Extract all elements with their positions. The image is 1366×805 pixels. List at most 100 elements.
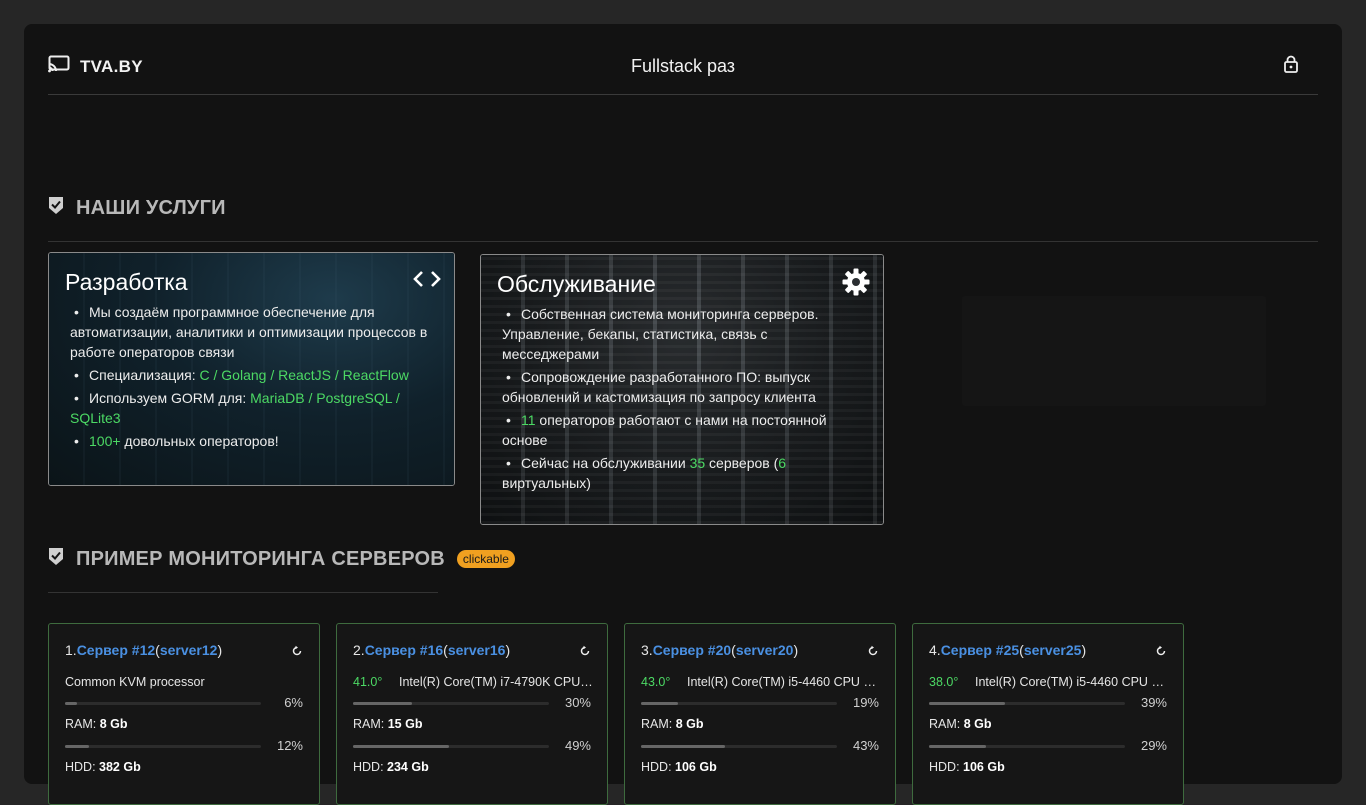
hdd-label: HDD: 106 Gb <box>929 760 1005 774</box>
server-index: 3. <box>641 642 653 658</box>
refresh-icon[interactable] <box>291 644 303 662</box>
ram-usage-fill <box>641 745 726 748</box>
hdd-value: 106 Gb <box>963 760 1005 774</box>
divider <box>48 592 438 593</box>
list-item: • 100+ довольных операторов! <box>74 433 279 449</box>
cpu-usage-percent: 19% <box>852 695 879 710</box>
placeholder-card <box>962 296 1266 406</box>
ram-usage-bar <box>353 745 549 748</box>
cpu-usage-percent: 30% <box>564 695 591 710</box>
card-list: • Мы создаём программное обеспечение для … <box>65 302 438 451</box>
cpu-usage-bar <box>353 702 549 705</box>
cpu-row: 43.0° Intel(R) Core(TM) i5-4460 CPU @ 3.… <box>641 675 881 689</box>
ram-label: RAM: 15 Gb <box>353 717 423 731</box>
server-card[interactable]: 2.Сервер #16(server16) 41.0° Intel(R) Co… <box>336 623 608 805</box>
server-name: Сервер #16 <box>364 642 444 658</box>
refresh-icon[interactable] <box>1155 644 1167 662</box>
page-title: Fullstack раз <box>630 56 736 76</box>
lock-icon[interactable] <box>1284 55 1298 78</box>
server-card[interactable]: 1.Сервер #12(server12) Common KVM proces… <box>48 623 320 805</box>
cpu-model: Intel(R) Core(TM) i5-4460 CPU @ 3.20GHz <box>687 675 881 689</box>
list-item: • Сейчас на обслуживании 35 серверов (6 в… <box>502 455 787 491</box>
refresh-icon[interactable] <box>579 644 591 662</box>
cpu-model: Common KVM processor <box>65 675 205 689</box>
services-heading: НАШИ УСЛУГИ <box>48 196 226 220</box>
server-title[interactable]: 1.Сервер #12(server12) <box>65 642 222 658</box>
hdd-value: 106 Gb <box>675 760 717 774</box>
ram-usage-fill <box>65 745 89 748</box>
cpu-usage-fill <box>65 702 77 705</box>
clickable-badge: clickable <box>456 550 515 568</box>
list-item: • Мы создаём программное обеспечение для … <box>70 304 428 360</box>
list-item: • Сопровождение разработанного ПО: выпуск… <box>502 369 816 405</box>
server-name: Сервер #25 <box>940 642 1020 658</box>
list-item: • Собственная система мониторинга серверо… <box>502 306 819 362</box>
server-title[interactable]: 3.Сервер #20(server20) <box>641 642 798 658</box>
server-host: server16 <box>447 642 506 658</box>
hdd-label: HDD: 234 Gb <box>353 760 429 774</box>
list-item: • Специализация: C / Golang / ReactJS / R… <box>74 367 409 383</box>
services-title: НАШИ УСЛУГИ <box>76 196 226 219</box>
ram-usage-fill <box>353 745 450 748</box>
cpu-row: 41.0° Intel(R) Core(TM) i7-4790K CPU @ 4… <box>353 675 593 689</box>
server-index: 1. <box>65 642 77 658</box>
server-card[interactable]: 4.Сервер #25(server25) 38.0° Intel(R) Co… <box>912 623 1184 805</box>
server-card[interactable]: 3.Сервер #20(server20) 43.0° Intel(R) Co… <box>624 623 896 805</box>
service-card-development[interactable]: Разработка • Мы создаём программное обесп… <box>48 252 455 486</box>
cpu-usage-percent: 6% <box>284 695 303 710</box>
ram-usage-percent: 43% <box>852 738 879 753</box>
cpu-row: Common KVM processor <box>65 675 305 689</box>
shield-check-icon <box>48 196 64 220</box>
ram-value: 8 Gb <box>99 717 128 731</box>
shield-check-icon <box>48 547 64 571</box>
server-name: Сервер #20 <box>652 642 732 658</box>
ram-usage-bar <box>929 745 1125 748</box>
ram-usage-fill <box>929 745 986 748</box>
list-item: • Используем GORM для: MariaDB / PostgreS… <box>70 390 400 426</box>
server-name: Сервер #12 <box>76 642 156 658</box>
ram-usage-bar <box>641 745 837 748</box>
ram-value: 15 Gb <box>387 717 423 731</box>
main-panel: TVA.BY Fullstack раз НАШИ УСЛУГИ Разрабо… <box>24 24 1342 805</box>
cpu-model: Intel(R) Core(TM) i7-4790K CPU @ 4.00GHz <box>399 675 593 689</box>
monitoring-title: ПРИМЕР МОНИТОРИНГА СЕРВЕРОВ <box>76 547 445 570</box>
hdd-value: 382 Gb <box>99 760 141 774</box>
card-list: • Собственная система мониторинга серверо… <box>497 304 867 493</box>
cpu-temperature: 41.0° <box>353 675 383 689</box>
ram-label: RAM: 8 Gb <box>641 717 704 731</box>
divider <box>48 241 1318 242</box>
ram-usage-percent: 49% <box>564 738 591 753</box>
server-host: server12 <box>159 642 218 658</box>
server-index: 4. <box>929 642 941 658</box>
refresh-icon[interactable] <box>867 644 879 662</box>
card-title: Обслуживание <box>497 271 656 297</box>
cpu-usage-bar <box>641 702 837 705</box>
cpu-temperature: 43.0° <box>641 675 671 689</box>
server-host: server25 <box>1023 642 1082 658</box>
ram-label: RAM: 8 Gb <box>65 717 128 731</box>
ram-label: RAM: 8 Gb <box>929 717 992 731</box>
top-bar: TVA.BY Fullstack раз <box>48 24 1318 95</box>
card-title: Разработка <box>65 269 188 295</box>
list-item: • 11 операторов работают с нами на постоя… <box>502 412 827 448</box>
ram-usage-percent: 29% <box>1140 738 1167 753</box>
cpu-usage-fill <box>353 702 412 705</box>
cpu-usage-fill <box>929 702 1006 705</box>
ram-value: 8 Gb <box>675 717 704 731</box>
cpu-usage-bar <box>929 702 1125 705</box>
service-card-maintenance[interactable]: Обслуживание • Собственная система монито… <box>480 254 884 525</box>
cpu-usage-fill <box>641 702 679 705</box>
server-index: 2. <box>353 642 365 658</box>
ram-value: 8 Gb <box>963 717 992 731</box>
hdd-label: HDD: 382 Gb <box>65 760 141 774</box>
hdd-label: HDD: 106 Gb <box>641 760 717 774</box>
cpu-temperature: 38.0° <box>929 675 959 689</box>
cpu-model: Intel(R) Core(TM) i5-4460 CPU @ 3.20GHz <box>975 675 1169 689</box>
server-title[interactable]: 4.Сервер #25(server25) <box>929 642 1086 658</box>
monitoring-heading: ПРИМЕР МОНИТОРИНГА СЕРВЕРОВ clickable <box>48 547 515 571</box>
server-title[interactable]: 2.Сервер #16(server16) <box>353 642 510 658</box>
ram-usage-percent: 12% <box>276 738 303 753</box>
cpu-usage-bar <box>65 702 261 705</box>
server-host: server20 <box>735 642 794 658</box>
cpu-row: 38.0° Intel(R) Core(TM) i5-4460 CPU @ 3.… <box>929 675 1169 689</box>
